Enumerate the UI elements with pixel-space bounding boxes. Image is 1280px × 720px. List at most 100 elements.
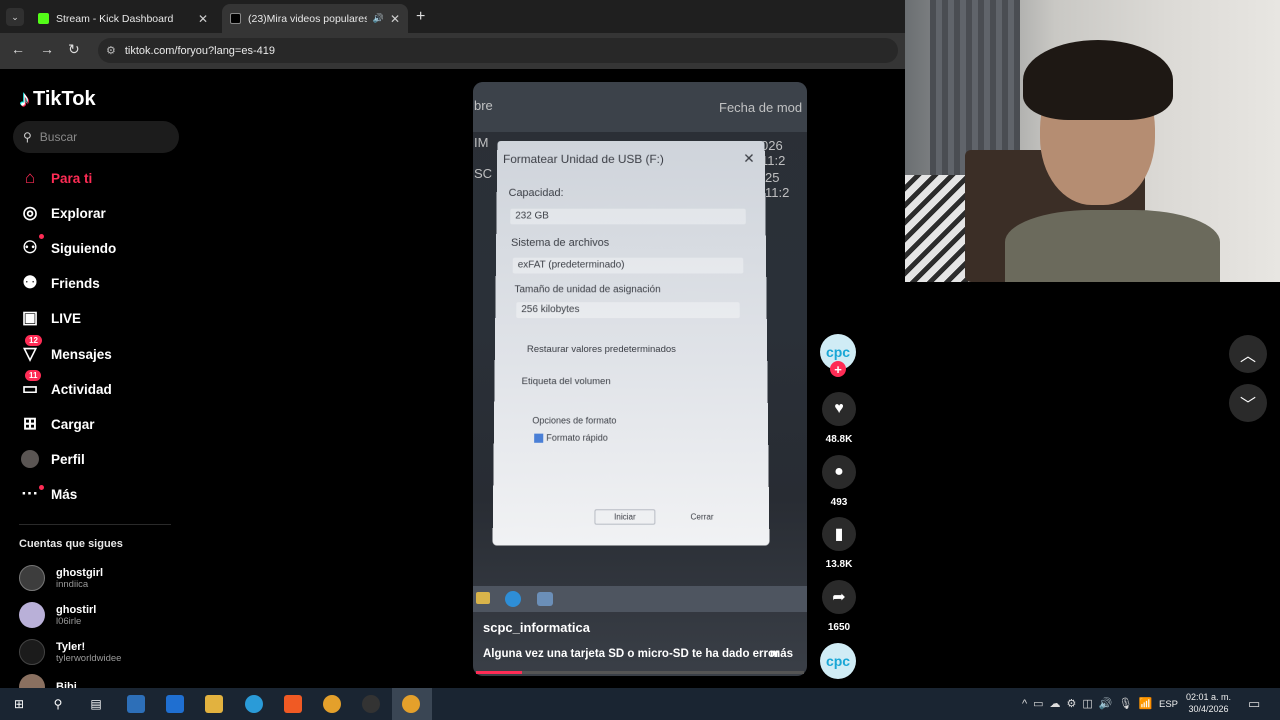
speaker-icon[interactable]: 🔊 [373, 13, 384, 24]
tiktok-logo[interactable]: ♪ TikTok [19, 86, 96, 112]
search-icon: ⚲ [23, 130, 32, 144]
url-text: tiktok.com/foryou?lang=es-419 [124, 44, 275, 57]
dialog-label: Formato rápido [546, 432, 608, 443]
url-field[interactable]: ⚙ tiktok.com/foryou?lang=es-419 [98, 38, 898, 63]
tab-search-button[interactable]: ⌄ [6, 8, 24, 26]
follow-plus-icon[interactable]: + [830, 361, 846, 377]
video-player[interactable]: bre Fecha de mod IM SC 026 11:2 25 11:2 … [473, 82, 807, 676]
system-tray-icons[interactable]: ^▭☁⚙◫🔊🎙📶 [1022, 697, 1158, 710]
share-arrow-icon: ➦ [822, 580, 856, 614]
close-tab-icon[interactable]: ✕ [390, 12, 400, 26]
nav-cargar[interactable]: ⊞ Cargar [19, 412, 95, 436]
nav-label: Friends [51, 275, 100, 291]
taskbar-clock[interactable]: 02:01 a. m. 30/4/2026 [1186, 691, 1231, 715]
save-button[interactable]: ▮ 13.8K [820, 517, 858, 570]
reload-button[interactable]: ↻ [68, 41, 80, 58]
dialog-label: Sistema de archivos [510, 237, 610, 249]
store-icon[interactable] [127, 695, 145, 713]
video-progress-fill [476, 671, 522, 674]
like-button[interactable]: ♥ 48.8K [820, 392, 858, 445]
clock-date: 30/4/2026 [1188, 704, 1229, 714]
close-icon: ✕ [743, 150, 755, 166]
dialog-label: Opciones de formato [532, 415, 617, 426]
video-scene-text: Fecha de mod [719, 100, 803, 115]
tiktok-note-icon: ♪ [19, 86, 30, 111]
tab-kick-dashboard[interactable]: Stream - Kick Dashboard ✕ [30, 4, 216, 33]
upload-icon: ⊞ [22, 414, 38, 433]
comment-count: 493 [830, 497, 848, 508]
followed-account[interactable]: ghostirl l06irle [19, 602, 96, 628]
sidebar-divider [19, 524, 171, 525]
nav-siguiendo[interactable]: ⚇ Siguiendo [19, 234, 116, 260]
comment-button[interactable]: ● 493 [820, 455, 858, 508]
new-tab-button[interactable]: + [416, 8, 425, 26]
windows-start-icon[interactable]: ⊞ [10, 695, 28, 713]
nav-perfil[interactable]: Perfil [19, 447, 85, 471]
account-name: ghostirl [56, 603, 97, 616]
live-icon: ▣ [21, 308, 39, 327]
search-icon[interactable]: ⚲ [49, 695, 67, 713]
video-scene-text: bre [474, 98, 493, 113]
file-explorer-icon[interactable] [205, 695, 223, 713]
kick-favicon [38, 13, 49, 24]
close-tab-icon[interactable]: ✕ [198, 12, 208, 26]
caption-more-link[interactable]: más [770, 648, 793, 660]
webcam-overlay [905, 0, 1280, 282]
tab-title: (23)Mira videos populares de [248, 12, 367, 25]
edge-icon[interactable] [245, 695, 263, 713]
chrome-icon[interactable] [323, 695, 341, 713]
followed-account[interactable]: ghostgirl inndiica [19, 565, 103, 591]
video-scene-text: IM [474, 135, 489, 150]
task-view-icon[interactable]: ▤ [87, 695, 105, 713]
video-creator-name[interactable]: scpc_informatica [483, 620, 590, 635]
tab-tiktok[interactable]: (23)Mira videos populares de 🔊 ✕ [222, 4, 408, 33]
notification-center-icon[interactable]: ▭ [1248, 696, 1260, 712]
dialog-dropdown: 232 GB [510, 208, 746, 225]
share-count: 1650 [827, 622, 851, 633]
like-count: 48.8K [825, 434, 853, 445]
video-progress-bar[interactable] [476, 671, 804, 674]
site-settings-icon[interactable]: ⚙ [106, 44, 116, 57]
folder-icon [476, 592, 490, 604]
search-input[interactable]: ⚲ Buscar [13, 121, 179, 153]
video-caption: Alguna vez una tarjeta SD o micro-SD te … [483, 648, 780, 660]
nav-mas[interactable]: ··· Más [19, 482, 78, 506]
nav-label: Mensajes [51, 346, 112, 362]
avatar [19, 639, 45, 665]
avatar [19, 602, 45, 628]
input-language[interactable]: ESP [1159, 699, 1178, 710]
nav-para-ti[interactable]: ⌂ Para ti [19, 166, 92, 190]
video-scene-text: SC [474, 166, 493, 181]
profile-avatar [19, 448, 41, 470]
save-count: 13.8K [825, 559, 853, 570]
followed-account[interactable]: Tyler! tylerworldwidee [19, 639, 121, 665]
messages-icon: ▽ 12 [19, 335, 42, 365]
next-video-button[interactable]: ﹀ [1229, 384, 1267, 422]
dialog-label: Capacidad: [508, 187, 564, 199]
chrome-active-icon[interactable] [402, 695, 420, 713]
outlook-icon[interactable] [166, 695, 184, 713]
dialog-dropdown: exFAT (predeterminado) [512, 257, 744, 274]
compass-icon: ◎ [22, 203, 38, 222]
obs-icon[interactable] [362, 695, 380, 713]
heart-icon: ♥ [822, 392, 856, 426]
sound-disc-avatar[interactable]: cpc [820, 643, 856, 679]
share-button[interactable]: ➦ 1650 [820, 580, 858, 633]
nav-label: Cargar [51, 416, 95, 432]
nav-live[interactable]: ▣ LIVE [19, 306, 81, 330]
brave-icon[interactable] [284, 695, 302, 713]
bookmark-icon: ▮ [822, 517, 856, 551]
dialog-link: Restaurar valores predeterminados [526, 343, 676, 355]
account-handle: inndiica [56, 578, 89, 590]
previous-video-button[interactable]: ︿ [1229, 335, 1267, 373]
nav-friends[interactable]: ⚉ Friends [19, 271, 100, 295]
search-placeholder: Buscar [39, 130, 78, 144]
nav-actividad[interactable]: ▭ 11 Actividad [19, 370, 112, 401]
video-format-dialog: Formatear Unidad de USB (F:) ✕ Capacidad… [492, 140, 770, 546]
forward-button[interactable]: → [40, 41, 54, 57]
dialog-close-button: Cerrar [690, 512, 714, 522]
messages-badge: 12 [25, 335, 42, 346]
nav-explorar[interactable]: ◎ Explorar [19, 201, 106, 225]
back-button[interactable]: ← [11, 41, 25, 57]
nav-mensajes[interactable]: ▽ 12 Mensajes [19, 335, 112, 366]
